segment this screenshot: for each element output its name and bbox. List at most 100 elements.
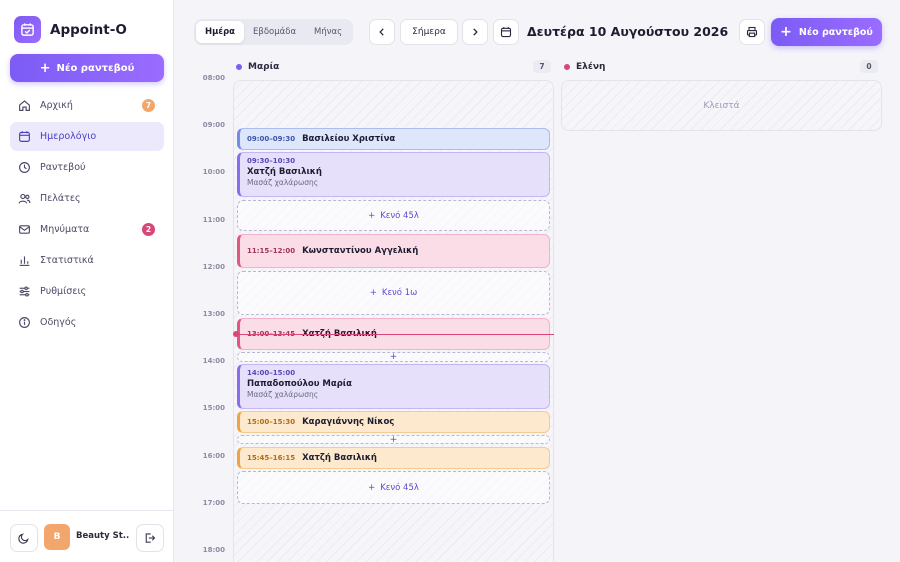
appointment-service: Μασάζ χαλάρωσης <box>247 390 319 399</box>
free-slot[interactable]: + <box>237 352 550 362</box>
print-button[interactable] <box>739 19 765 45</box>
appointment-time: 11:15–12:00 <box>247 247 296 255</box>
new-appointment-button[interactable]: + Νέο ραντεβού <box>771 18 882 46</box>
appointment-card[interactable]: 15:45–16:15 Χατζή Βασιλική <box>237 447 550 469</box>
new-appointment-button[interactable]: + Νέο ραντεβού <box>10 54 164 82</box>
staff-color-dot <box>236 64 242 70</box>
date-picker-button[interactable] <box>493 19 519 45</box>
sidebar-item-clients[interactable]: Πελάτες <box>10 184 164 213</box>
current-date-title: Δευτέρα 10 Αυγούστου 2026 <box>527 24 729 39</box>
calendar-icon <box>500 27 512 38</box>
next-day-button[interactable] <box>462 19 488 45</box>
calendar-check-icon <box>14 16 41 43</box>
logout-icon <box>145 533 156 543</box>
appointment-card[interactable]: 11:15–12:00 Κωνσταντίνου Αγγελική <box>237 234 550 268</box>
free-slot[interactable]: + Κενό 45λ <box>237 471 550 504</box>
moon-icon <box>18 533 29 544</box>
free-slot[interactable]: + <box>237 435 550 445</box>
tab-day[interactable]: Ημέρα <box>196 21 245 43</box>
sliders-icon <box>19 286 30 297</box>
mail-icon <box>19 225 30 234</box>
users-icon <box>18 193 31 204</box>
prev-day-button[interactable] <box>369 19 395 45</box>
plus-icon: + <box>368 210 376 221</box>
sidebar-item-home[interactable]: Αρχική 7 <box>10 91 164 120</box>
tab-week[interactable]: Εβδομάδα <box>244 21 305 43</box>
chevron-left-icon <box>379 28 384 36</box>
current-time-dot <box>233 331 239 337</box>
hour-label: 13:00 <box>202 310 225 318</box>
logout-button[interactable] <box>136 524 164 552</box>
appointment-time: 15:00–15:30 <box>247 418 296 426</box>
appointment-card[interactable]: 09:00–09:30 Βασιλείου Χριστίνα <box>237 128 550 150</box>
plus-icon: + <box>780 24 792 40</box>
appointment-time: 15:45–16:15 <box>247 454 296 462</box>
sidebar-item-statistics[interactable]: Στατιστικά <box>10 246 164 275</box>
hour-label: 09:00 <box>202 121 225 129</box>
app-name: Appoint-O <box>50 21 127 38</box>
clock-icon <box>19 162 30 173</box>
appointment-client: Καραγιάννης Νίκος <box>302 417 395 427</box>
home-icon <box>19 100 30 111</box>
sidebar-item-guide[interactable]: Οδηγός <box>10 308 164 337</box>
closed-label: Κλειστά <box>703 100 740 111</box>
user-name: Beauty St... <box>76 531 130 541</box>
appointment-card[interactable]: 09:30–10:30 Χατζή Βασιλική Μασάζ χαλάρωσ… <box>237 152 550 197</box>
appointment-card[interactable]: 14:00–15:00 Παπαδοπούλου Μαρία Μασάζ χαλ… <box>237 364 550 409</box>
sidebar-item-settings[interactable]: Ρυθμίσεις <box>10 277 164 306</box>
free-slot-label: Κενό 1ω <box>381 288 418 298</box>
appointment-time: 09:00–09:30 <box>247 135 296 143</box>
appointment-client: Κωνσταντίνου Αγγελική <box>302 246 419 256</box>
appointment-time: 09:30–10:30 <box>247 157 296 165</box>
count-badge: 2 <box>142 223 155 236</box>
appointment-card[interactable]: 15:00–15:30 Καραγιάννης Νίκος <box>237 411 550 433</box>
hour-label: 15:00 <box>202 404 225 412</box>
plus-icon: + <box>39 60 51 76</box>
sidebar-item-calendar[interactable]: Ημερολόγιο <box>10 122 164 151</box>
calendar-icon <box>19 131 30 142</box>
bar-chart-icon <box>19 256 30 266</box>
sidebar-item-label: Στατιστικά <box>40 255 94 266</box>
sidebar-item-appointments[interactable]: Ραντεβού <box>10 153 164 182</box>
tab-month[interactable]: Μήνας <box>305 21 351 43</box>
appointment-client: Χατζή Βασιλική <box>302 453 377 463</box>
sidebar-item-label: Αρχική <box>40 100 73 111</box>
avatar[interactable]: B <box>44 524 70 550</box>
hour-label: 14:00 <box>202 357 225 365</box>
sidebar-item-label: Ραντεβού <box>40 162 86 173</box>
staff-name: Μαρία <box>248 62 280 72</box>
staff-color-dot <box>564 64 570 70</box>
appointment-count-badge: 0 <box>860 60 878 73</box>
closed-day-block: Κλειστά <box>561 80 882 131</box>
chevron-right-icon <box>473 28 478 36</box>
appointment-count-badge: 7 <box>533 60 551 73</box>
appointment-time: 14:00–15:00 <box>247 369 296 377</box>
plus-icon: + <box>368 482 376 493</box>
hour-label: 18:00 <box>202 546 225 554</box>
sidebar: Appoint-O + Νέο ραντεβού Αρχική 7 Ημερολ… <box>0 0 174 562</box>
staff-column-header[interactable]: Μαρία <box>236 60 279 74</box>
count-badge: 7 <box>142 99 155 112</box>
new-appointment-label: Νέο ραντεβού <box>56 62 135 74</box>
sidebar-item-label: Ρυθμίσεις <box>40 286 87 297</box>
sidebar-nav: Αρχική 7 Ημερολόγιο Ραντεβού Πελάτες Μην… <box>10 91 164 339</box>
staff-name: Ελένη <box>576 62 606 72</box>
plus-icon: + <box>389 352 398 362</box>
free-slot[interactable]: + Κενό 45λ <box>237 200 550 231</box>
sidebar-item-messages[interactable]: Μηνύματα 2 <box>10 215 164 244</box>
brand[interactable]: Appoint-O <box>14 16 127 43</box>
today-button[interactable]: Σήμερα <box>400 19 458 45</box>
info-icon <box>19 317 30 328</box>
appointment-client: Βασιλείου Χριστίνα <box>302 134 396 144</box>
hour-label: 16:00 <box>202 452 225 460</box>
staff-column-header[interactable]: Ελένη <box>564 60 605 74</box>
hour-label: 17:00 <box>202 499 225 507</box>
appointment-client: Παπαδοπούλου Μαρία <box>247 379 352 389</box>
theme-toggle-button[interactable] <box>10 524 38 552</box>
sidebar-item-label: Ημερολόγιο <box>40 131 97 142</box>
plus-icon: + <box>369 288 377 298</box>
hour-label: 10:00 <box>202 168 225 176</box>
view-switcher: Ημέρα Εβδομάδα Μήνας <box>194 19 354 45</box>
current-time-line <box>233 334 554 335</box>
free-slot[interactable]: + Κενό 1ω <box>237 271 550 315</box>
